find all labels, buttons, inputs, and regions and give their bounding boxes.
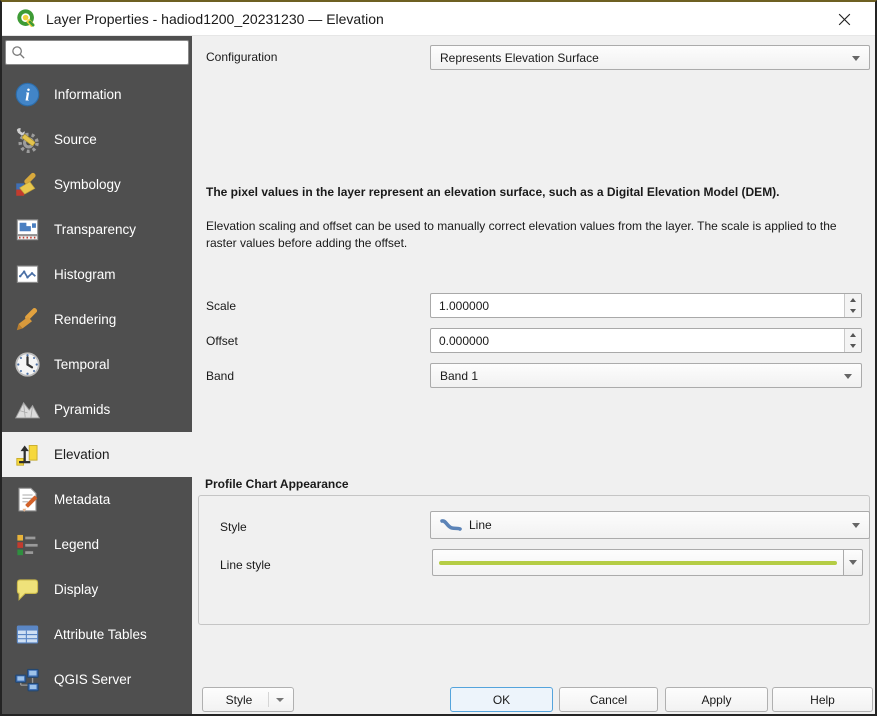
window-title: Layer Properties - hadiod1200_20231230 —… [46, 10, 384, 27]
band-label: Band [206, 369, 235, 383]
sidebar-item-legend[interactable]: Legend [2, 522, 192, 567]
sidebar-item-label: Display [54, 582, 99, 597]
line-symbol-icon [440, 519, 462, 531]
chevron-down-icon [852, 55, 860, 61]
pyramids-icon [13, 396, 41, 424]
scale-label: Scale [206, 299, 237, 313]
sidebar-item-symbology[interactable]: Symbology [2, 162, 192, 207]
sidebar-item-information[interactable]: i Information [2, 72, 192, 117]
ok-label: OK [492, 692, 511, 707]
metadata-icon [13, 486, 41, 514]
sidebar-item-metadata[interactable]: Metadata [2, 477, 192, 522]
chevron-down-icon [849, 560, 857, 565]
histogram-icon [13, 261, 41, 289]
sidebar-item-label: Metadata [54, 492, 111, 507]
title-bar: Layer Properties - hadiod1200_20231230 —… [2, 2, 875, 36]
configuration-label: Configuration [206, 50, 278, 64]
symbology-icon [13, 171, 41, 199]
qgis-server-icon [13, 666, 41, 694]
sidebar-item-label: Histogram [54, 267, 116, 282]
sidebar-item-label: Information [54, 87, 122, 102]
style-menu-label: Style [225, 692, 253, 707]
sidebar-item-label: Rendering [54, 312, 117, 327]
temporal-icon [13, 351, 41, 379]
style-menu-button[interactable]: Style [202, 687, 294, 712]
scale-spin-down[interactable] [845, 305, 861, 317]
properties-sidebar: i Information Source Symbology Transpare… [2, 36, 192, 714]
chevron-down-icon [852, 523, 860, 528]
elevation-panel: Configuration Represents Elevation Surfa… [192, 36, 875, 714]
green-line-preview [439, 560, 837, 565]
legend-icon [13, 531, 41, 559]
offset-label: Offset [206, 334, 238, 348]
cancel-button[interactable]: Cancel [559, 687, 658, 712]
search-icon [12, 46, 25, 59]
scale-spinbox[interactable] [430, 293, 862, 318]
configuration-value: Represents Elevation Surface [440, 50, 599, 65]
style-value: Line [469, 518, 492, 532]
ok-button[interactable]: OK [450, 687, 553, 712]
rendering-icon [13, 306, 41, 334]
transparency-icon [13, 216, 41, 244]
sidebar-item-histogram[interactable]: Histogram [2, 252, 192, 297]
offset-spin-down[interactable] [845, 340, 861, 352]
style-label: Style [220, 520, 247, 534]
sidebar-item-label: Source [54, 132, 97, 147]
sidebar-item-attribute-tables[interactable]: Attribute Tables [2, 612, 192, 657]
layer-properties-dialog: Layer Properties - hadiod1200_20231230 —… [0, 0, 877, 716]
band-combobox[interactable]: Band 1 [430, 363, 862, 388]
information-icon: i [13, 81, 41, 109]
sidebar-item-label: Attribute Tables [54, 627, 147, 642]
line-style-label: Line style [220, 558, 271, 572]
sidebar-nav: i Information Source Symbology Transpare… [2, 72, 192, 702]
sidebar-item-pyramids[interactable]: Pyramids [2, 387, 192, 432]
sidebar-item-qgis-server[interactable]: QGIS Server [2, 657, 192, 702]
line-style-button[interactable] [432, 549, 844, 576]
elevation-icon [13, 441, 41, 469]
elevation-surface-description-bold: The pixel values in the layer represent … [206, 185, 780, 199]
sidebar-item-rendering[interactable]: Rendering [2, 297, 192, 342]
sidebar-item-label: Temporal [54, 357, 110, 372]
chevron-down-icon [844, 373, 852, 379]
apply-label: Apply [701, 692, 732, 707]
sidebar-item-display[interactable]: Display [2, 567, 192, 612]
profile-chart-appearance-heading: Profile Chart Appearance [205, 477, 349, 491]
sidebar-item-label: Transparency [54, 222, 137, 237]
offset-input[interactable] [431, 329, 844, 352]
scale-input[interactable] [431, 294, 844, 317]
svg-text:i: i [25, 86, 30, 105]
search-input[interactable] [26, 42, 188, 63]
qgis-logo-icon [17, 9, 35, 27]
help-button[interactable]: Help [772, 687, 873, 712]
sidebar-item-label: QGIS Server [54, 672, 132, 687]
elevation-scaling-description: Elevation scaling and offset can be used… [206, 219, 837, 250]
sidebar-item-transparency[interactable]: Transparency [2, 207, 192, 252]
sidebar-item-label: Symbology [54, 177, 121, 192]
sidebar-item-temporal[interactable]: Temporal [2, 342, 192, 387]
scale-spin-up[interactable] [845, 294, 861, 306]
display-icon [13, 576, 41, 604]
attribute-tables-icon [13, 621, 41, 649]
band-value: Band 1 [440, 368, 479, 383]
sidebar-search[interactable] [5, 40, 189, 65]
cancel-label: Cancel [589, 692, 628, 707]
close-icon[interactable] [827, 2, 861, 36]
sidebar-item-source[interactable]: Source [2, 117, 192, 162]
sidebar-item-elevation[interactable]: Elevation [2, 432, 192, 477]
offset-spinbox[interactable] [430, 328, 862, 353]
help-label: Help [810, 692, 835, 707]
offset-spin-up[interactable] [845, 329, 861, 341]
apply-button[interactable]: Apply [665, 687, 768, 712]
style-combobox[interactable]: Line [430, 511, 870, 539]
configuration-combobox[interactable]: Represents Elevation Surface [430, 45, 870, 70]
sidebar-item-label: Elevation [54, 447, 110, 462]
sidebar-item-label: Legend [54, 537, 100, 552]
sidebar-item-label: Pyramids [54, 402, 111, 417]
button-separator [268, 692, 269, 707]
line-style-dropdown-button[interactable] [844, 549, 863, 576]
chevron-down-icon [276, 697, 284, 702]
source-icon [13, 126, 41, 154]
